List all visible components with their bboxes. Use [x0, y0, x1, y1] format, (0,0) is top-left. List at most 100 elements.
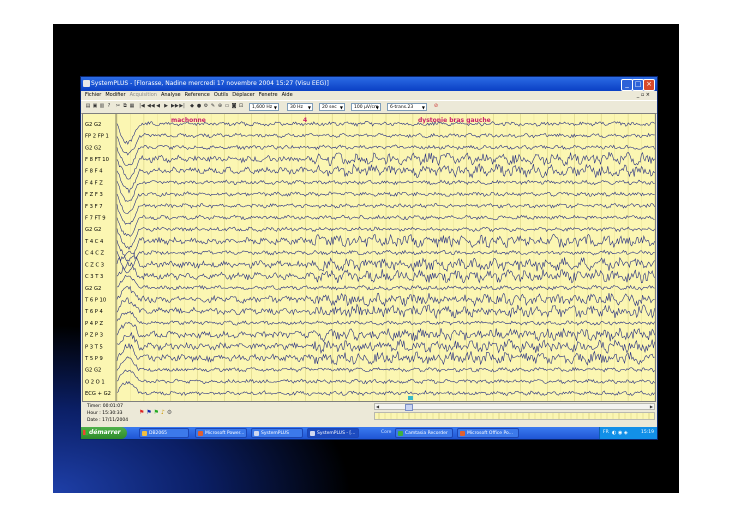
- scroll-left-icon[interactable]: ◀: [376, 404, 379, 409]
- task-office[interactable]: Microsoft Office Po...: [457, 428, 519, 438]
- task-camtasia[interactable]: Camtasia Recorder: [395, 428, 453, 438]
- copy-icon[interactable]: ⧉: [122, 103, 128, 109]
- zoom-icon[interactable]: ⊕: [217, 103, 223, 109]
- camtasia-icon: [398, 431, 403, 436]
- task-powerpoint[interactable]: Microsoft Power...: [195, 428, 247, 438]
- event-marker[interactable]: [408, 396, 413, 400]
- task-systemplus-active[interactable]: SystemPLUS - [...: [307, 428, 359, 438]
- note-icon[interactable]: ♪: [161, 409, 165, 416]
- channel-label[interactable]: G2 G2: [85, 122, 101, 128]
- menu-item-modifier[interactable]: Modifier: [105, 92, 125, 98]
- paste-icon[interactable]: ▦: [129, 103, 135, 109]
- video-icon[interactable]: ▭: [224, 103, 230, 109]
- channel-label[interactable]: G2 G2: [85, 227, 101, 233]
- channel-label[interactable]: C 4 C Z: [85, 251, 104, 257]
- channel-label[interactable]: T 6 P 4: [84, 309, 104, 315]
- cut-icon[interactable]: ✂: [115, 103, 121, 109]
- task-systemplus[interactable]: SystemPLUS: [251, 428, 303, 438]
- settings-icon[interactable]: ⚙: [167, 409, 172, 416]
- task-label: Microsoft Power...: [205, 431, 245, 436]
- channel-label[interactable]: F 7 FT 9: [85, 216, 106, 222]
- timebase-select[interactable]: 20 sec ▼: [319, 103, 345, 111]
- scroll-thumb[interactable]: [405, 404, 413, 411]
- pen-icon[interactable]: ✎: [210, 103, 216, 109]
- channel-label[interactable]: ECG + G2: [85, 391, 111, 397]
- channel-label[interactable]: C Z C 3: [85, 262, 104, 268]
- start-button[interactable]: démarrer: [81, 427, 127, 439]
- menu-item-aide[interactable]: Aide: [282, 92, 293, 98]
- low-filter-select[interactable]: 1,600 Hz ▼: [249, 103, 279, 111]
- tray-icons[interactable]: ◐ ◉ ◈: [612, 430, 628, 436]
- blue-flag-icon[interactable]: ⚑: [146, 409, 151, 416]
- channel-label[interactable]: C 3 T 3: [85, 274, 103, 280]
- core-label: Core: [381, 430, 392, 435]
- channel-label[interactable]: G2 G2: [85, 286, 101, 292]
- title-bar[interactable]: SystemPLUS - [Florasse, Nadine mercredi …: [81, 77, 657, 91]
- fast-back-icon[interactable]: ◀◀: [147, 103, 155, 109]
- tools-icon[interactable]: ⚙: [203, 103, 209, 109]
- window-title: SystemPLUS - [Florasse, Nadine mercredi …: [91, 80, 329, 87]
- task-label: Microsoft Office Po...: [467, 431, 513, 436]
- eeg-trace-area[interactable]: G2 G2 FP 2 FP 1 G2 G2 F 8 FT 10 F 8 F 4 F 4 F…: [83, 114, 655, 401]
- document-controls[interactable]: _ ▫ ×: [637, 91, 650, 100]
- channel-label[interactable]: T 5 P 9: [84, 356, 103, 362]
- channel-label[interactable]: P Z P 3: [85, 333, 103, 339]
- recording-timeline[interactable]: [374, 412, 655, 420]
- menu-item-déplacer[interactable]: Déplacer: [232, 92, 254, 98]
- high-filter-value: 30 Hz: [290, 105, 303, 110]
- menu-item-analyse[interactable]: Analyse: [161, 92, 181, 98]
- play-icon[interactable]: ▶: [163, 103, 169, 109]
- camera-icon[interactable]: ◙: [231, 103, 237, 109]
- red-flag-icon[interactable]: ⚑: [139, 409, 144, 416]
- channel-label[interactable]: P 4 P Z: [85, 321, 104, 327]
- menu-item-fenetre[interactable]: Fenetre: [259, 92, 278, 98]
- marker-icon[interactable]: ◆: [189, 103, 195, 109]
- event-annotation[interactable]: 4: [303, 117, 307, 124]
- channel-label[interactable]: FP 2 FP 1: [85, 134, 109, 140]
- help-icon[interactable]: ?: [106, 103, 112, 109]
- montage-select[interactable]: 6-trans.23 ▼: [387, 103, 427, 111]
- back-icon[interactable]: ◀: [155, 103, 161, 109]
- channel-label[interactable]: F 8 FT 10: [85, 157, 109, 163]
- event-annotation[interactable]: machonne: [171, 117, 206, 124]
- first-page-icon[interactable]: |◀: [139, 103, 145, 109]
- task-db2065[interactable]: DB2065: [139, 428, 189, 438]
- channel-label[interactable]: F Z F 3: [85, 192, 103, 198]
- close-button[interactable]: ×: [643, 79, 655, 91]
- event-annotation[interactable]: dystonie bras gauche: [418, 117, 491, 124]
- channel-label[interactable]: F 8 F 4: [85, 169, 103, 175]
- stop-icon[interactable]: ⊘: [433, 103, 439, 109]
- menu-item-reference[interactable]: Reference: [185, 92, 210, 98]
- lock-icon[interactable]: ⊡: [238, 103, 244, 109]
- save-icon[interactable]: ▣: [92, 103, 98, 109]
- menu-item-fichier[interactable]: Fichier: [85, 92, 101, 98]
- channel-label[interactable]: T 4 C 4: [84, 239, 104, 245]
- powerpoint-icon: [198, 431, 203, 436]
- gain-select[interactable]: 100 µV/cm ▼: [351, 103, 381, 111]
- channel-label[interactable]: F 3 F 7: [85, 204, 103, 210]
- channel-label[interactable]: P 3 T 5: [85, 344, 103, 350]
- event-flags[interactable]: ⚑ ⚑ ⚑ ♪ ⚙: [139, 409, 172, 416]
- channel-label[interactable]: O 2 O 1: [85, 379, 105, 385]
- scroll-right-icon[interactable]: ▶: [650, 404, 653, 409]
- high-filter-select[interactable]: 30 Hz ▼: [287, 103, 313, 111]
- language-indicator[interactable]: FR: [603, 427, 609, 439]
- chevron-down-icon: ▼: [375, 105, 379, 110]
- chevron-down-icon: ▼: [339, 105, 343, 110]
- date-readout: Date : 17/11/2004: [87, 418, 129, 423]
- horizontal-scrollbar[interactable]: ◀ ▶: [374, 403, 655, 411]
- record-icon[interactable]: ●: [196, 103, 202, 109]
- green-flag-icon[interactable]: ⚑: [154, 409, 159, 416]
- open-icon[interactable]: ▤: [85, 103, 91, 109]
- menu-item-outils[interactable]: Outils: [214, 92, 228, 98]
- channel-label[interactable]: G2 G2: [85, 145, 101, 151]
- fast-forward-icon[interactable]: ▶▶: [171, 103, 179, 109]
- last-page-icon[interactable]: ▶|: [179, 103, 185, 109]
- channel-label[interactable]: T 6 P 10: [84, 297, 106, 303]
- menu-item-acquisition[interactable]: Acquisition: [130, 92, 157, 98]
- channel-label[interactable]: G2 G2: [85, 368, 101, 374]
- print-icon[interactable]: ▥: [99, 103, 105, 109]
- folder-icon: [142, 431, 147, 436]
- eeg-display[interactable]: G2 G2 FP 2 FP 1 G2 G2 F 8 FT 10 F 8 F 4 F 4 F…: [82, 113, 656, 402]
- channel-label[interactable]: F 4 F Z: [85, 180, 103, 186]
